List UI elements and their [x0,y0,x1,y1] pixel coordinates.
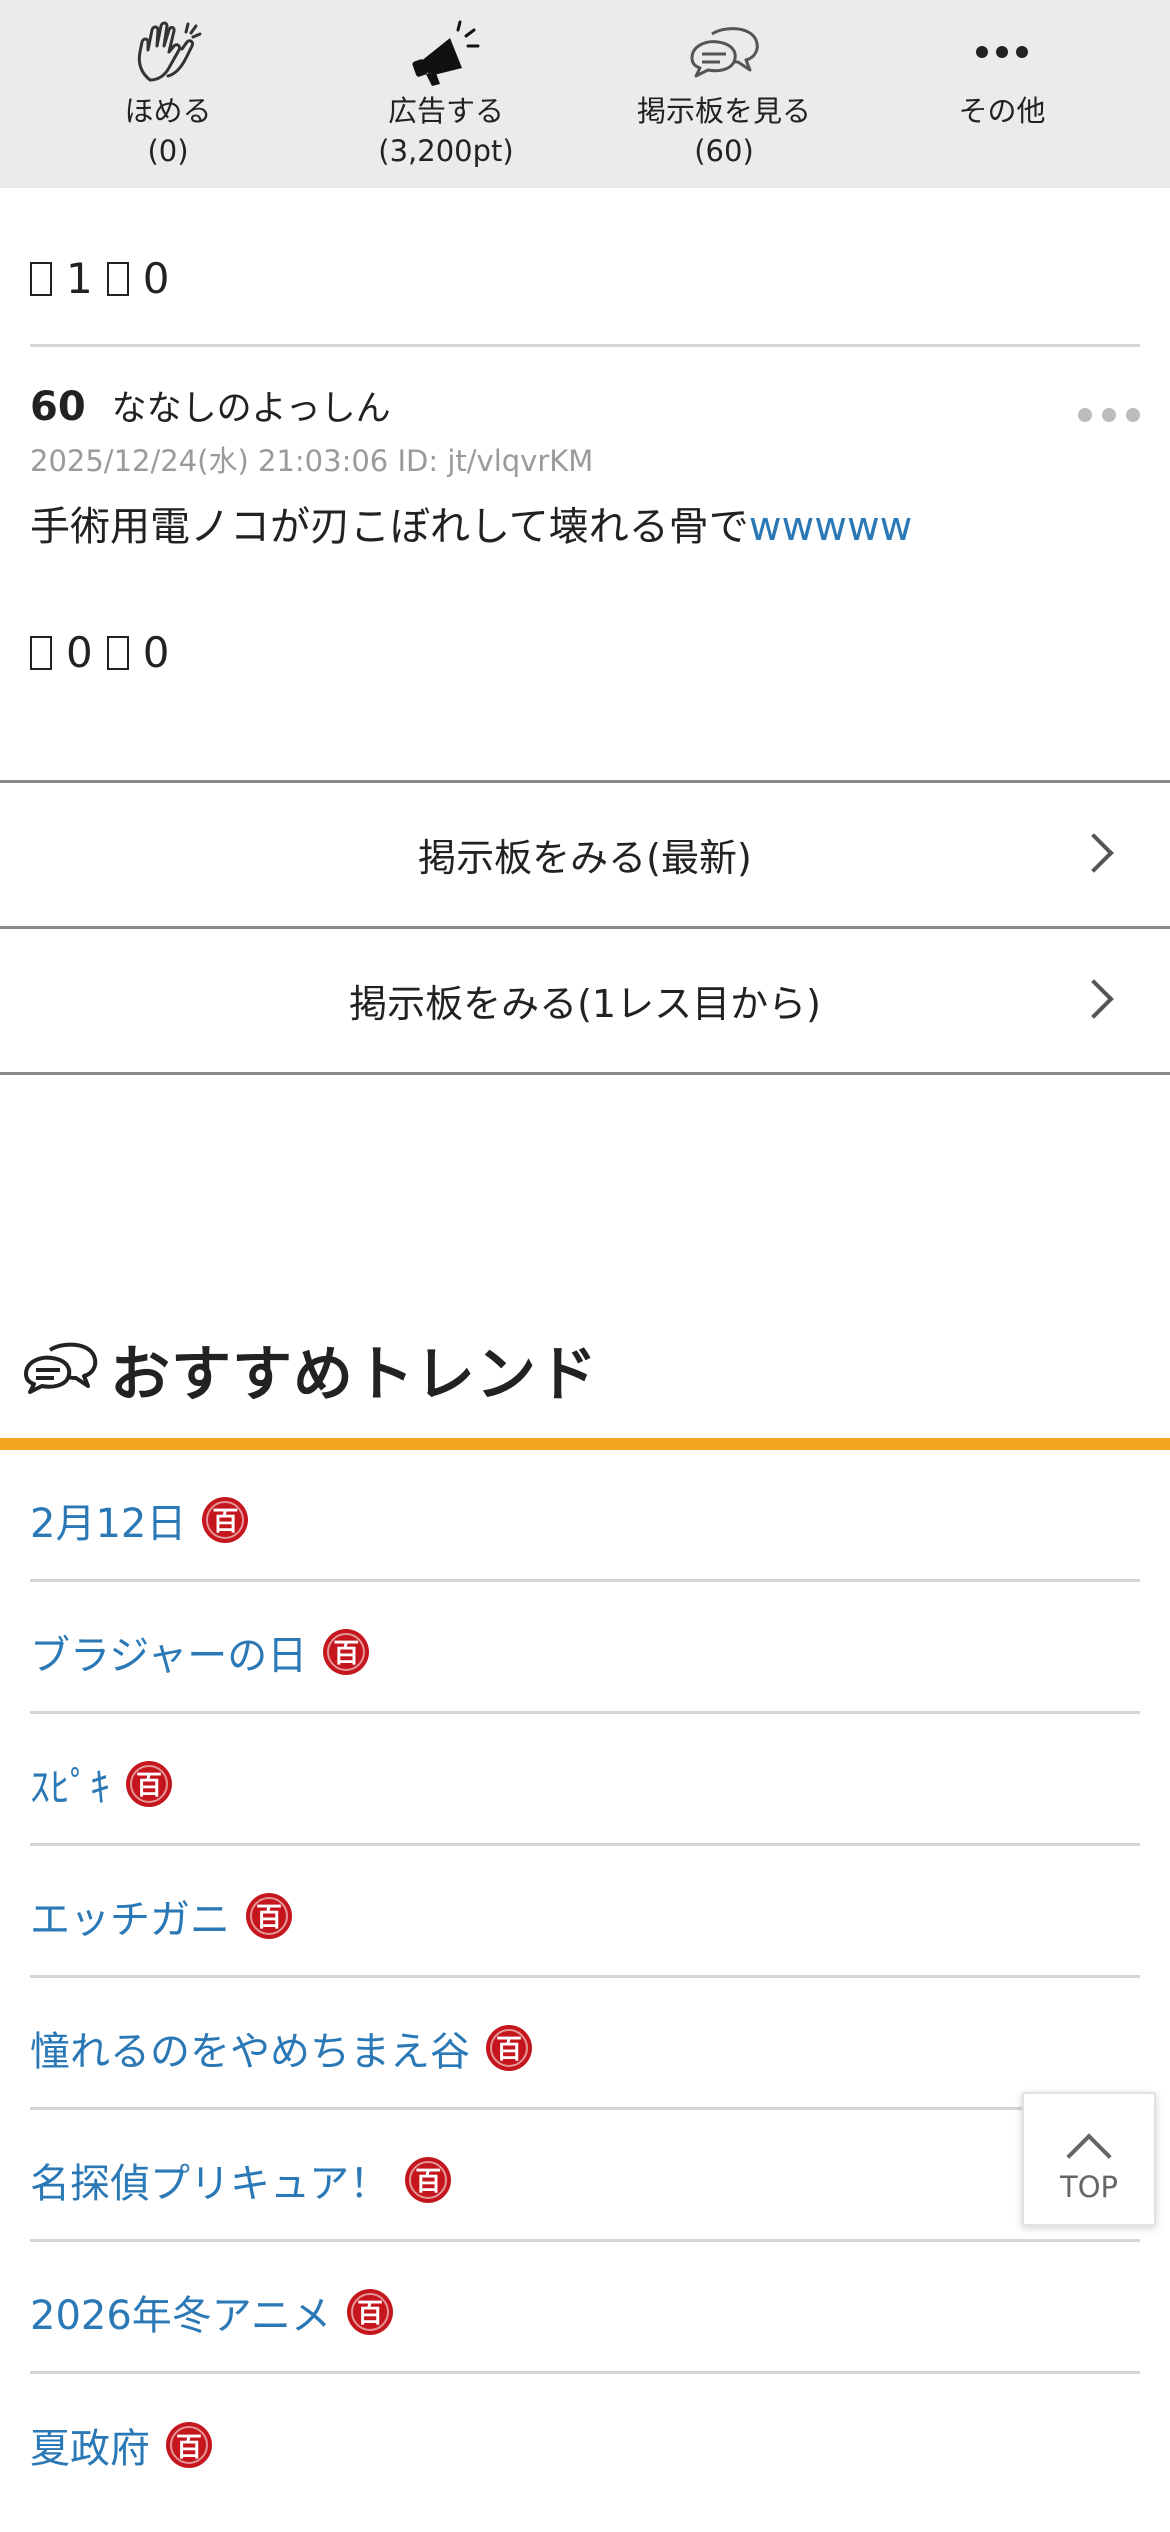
other-button[interactable]: その他 [862,0,1142,188]
view-board-from-first-label: 掲示板をみる(1レス目から) [349,982,821,1026]
hyaku-badge-icon: 百 [126,1760,172,1807]
view-board-latest-label: 掲示板をみる(最新) [418,836,752,880]
trends-accent-bar [0,1438,1170,1450]
hyaku-badge-icon: 百 [486,2024,532,2071]
more-dots-icon [976,46,1028,58]
trend-item[interactable]: 夏政府 百 [30,2374,1140,2506]
bad-icon[interactable] [106,636,129,670]
post-body-link[interactable]: wwwww [749,504,913,550]
trend-link[interactable]: ｽﾋﾟｷ [30,1755,110,1813]
post-header: 60 ななしのよっしん [30,380,391,436]
previous-post-reactions: 1 0 [30,254,183,304]
trend-link[interactable]: ブラジャーの日 [30,1623,307,1681]
back-to-top-label: TOP [1059,2170,1119,2204]
hyaku-badge-icon: 百 [323,1628,370,1675]
megaphone-icon [412,20,480,86]
view-board-label: 掲示板を見る [636,94,811,128]
dot-icon [1126,408,1140,422]
trend-item[interactable]: エッチガニ 百 [30,1846,1140,1978]
post-body: 手術用電ノコが刃こぼれして壊れる骨でwwwww [30,498,912,556]
action-bar: ほめる (0) 広告する (3,200pt) 掲示板を見る (60) その他 [0,0,1170,188]
trends-heading: おすすめトレンド [20,1324,598,1414]
trend-item[interactable]: 憧れるのをやめちまえ谷 百 [30,1978,1140,2110]
trend-item[interactable]: 2026年冬アニメ 百 [30,2242,1140,2374]
back-to-top-button[interactable]: TOP [1022,2092,1156,2226]
hyaku-badge-icon: 百 [246,1892,292,1939]
post-body-text: 手術用電ノコが刃こぼれして壊れる骨で [30,504,749,550]
trend-link[interactable]: 2月12日 [30,1491,186,1549]
post-meta: 2025/12/24(水) 21:03:06 ID: jt/vlqvrKM [30,444,594,478]
post-number[interactable]: 60 [30,384,86,430]
post-menu-button[interactable] [1078,404,1140,426]
view-board-button[interactable]: 掲示板を見る (60) [584,0,864,188]
post-author-name: ななしのよっしん [111,389,391,429]
praise-button[interactable]: ほめる (0) [28,0,308,188]
good-count: 0 [66,628,93,677]
post-reactions: 0 0 [30,628,183,678]
trend-link[interactable]: 夏政府 [30,2416,150,2474]
view-board-latest-button[interactable]: 掲示板をみる(最新) [0,780,1170,926]
hyaku-badge-icon: 百 [405,2156,452,2203]
trend-list: 2月12日 百 ブラジャーの日 百 ｽﾋﾟｷ 百 エッチガニ 百 憧れるのをやめ… [30,1450,1140,2506]
trend-item[interactable]: 2月12日 百 [30,1450,1140,1582]
trend-link[interactable]: 2026年冬アニメ [30,2283,331,2341]
good-icon[interactable] [30,636,52,670]
trend-link[interactable]: 名探偵プリキュア！ [30,2151,389,2209]
advertise-label: 広告する [387,94,504,128]
trend-item[interactable]: ｽﾋﾟｷ 百 [30,1714,1140,1846]
praise-label: ほめる [124,94,212,128]
bad-count: 0 [142,628,170,677]
good-count: 1 [66,254,93,303]
chat-bubbles-icon [690,27,759,78]
trend-item[interactable]: 名探偵プリキュア！ 百 [30,2110,1140,2242]
hyaku-badge-icon: 百 [347,2288,393,2335]
praise-count: (0) [147,134,189,168]
bad-icon[interactable] [106,262,129,296]
chat-bubbles-icon [24,1342,98,1394]
trend-link[interactable]: 憧れるのをやめちまえ谷 [30,2019,470,2077]
dot-icon [1102,408,1116,422]
trend-item[interactable]: ブラジャーの日 百 [30,1582,1140,1714]
view-board-count: (60) [694,134,754,168]
dot-icon [1078,408,1092,422]
advertise-button[interactable]: 広告する (3,200pt) [306,0,586,188]
other-label: その他 [958,94,1046,128]
good-icon[interactable] [30,262,52,296]
hyaku-badge-icon: 百 [166,2422,212,2468]
view-board-from-first-button[interactable]: 掲示板をみる(1レス目から) [0,926,1170,1072]
hyaku-badge-icon: 百 [202,1496,249,1543]
trends-title: おすすめトレンド [110,1339,598,1410]
bad-count: 0 [142,254,170,303]
clap-icon [137,21,202,82]
post-divider [30,344,1140,347]
advertise-points: (3,200pt) [378,134,514,168]
trend-link[interactable]: エッチガニ [30,1887,230,1945]
section-divider [0,1072,1170,1075]
